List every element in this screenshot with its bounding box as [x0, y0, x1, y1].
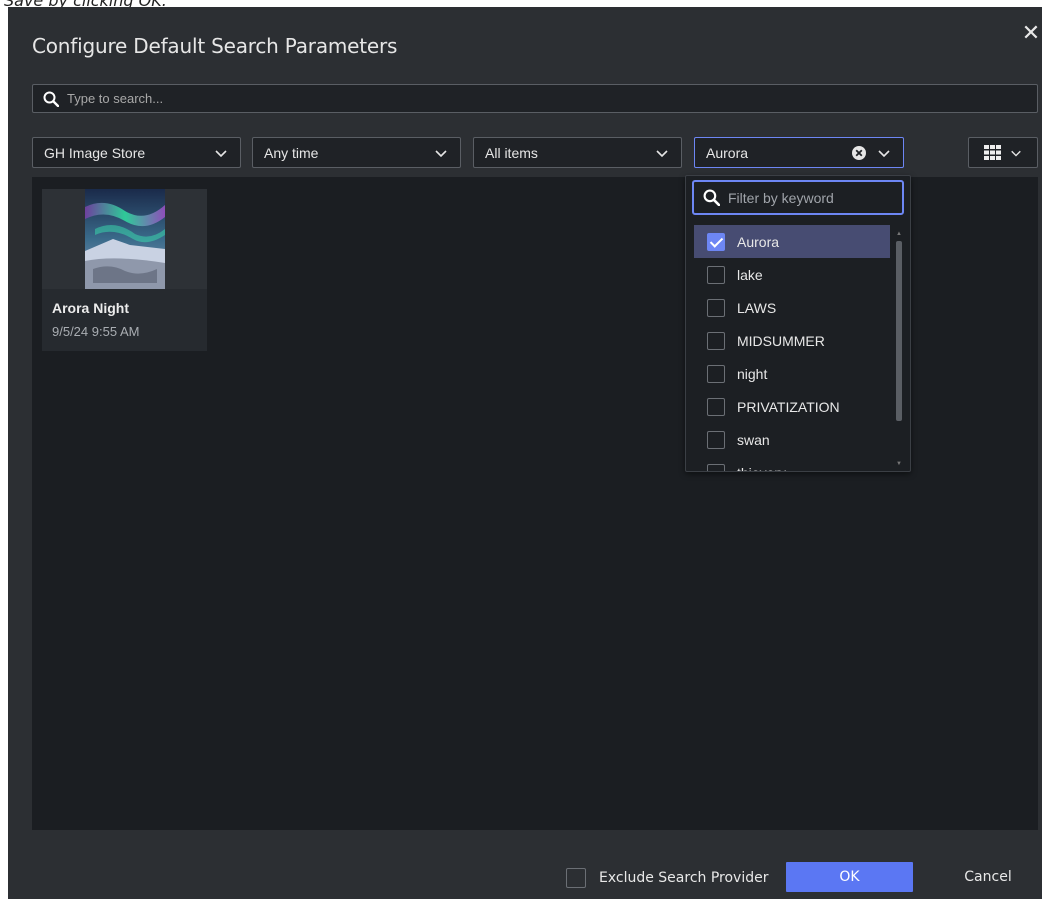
search-icon: [43, 91, 59, 107]
keyword-dropdown-label: Aurora: [706, 144, 749, 161]
keyword-filter-field[interactable]: [692, 180, 904, 215]
result-title: Arora Night: [52, 300, 129, 316]
keyword-label: Aurora: [737, 233, 780, 250]
source-dropdown[interactable]: GH Image Store: [32, 137, 241, 168]
scroll-thumb[interactable]: [896, 241, 902, 421]
keyword-label: PRIVATIZATION: [737, 398, 840, 415]
chevron-down-icon: [435, 149, 447, 157]
checkbox[interactable]: [707, 331, 725, 350]
source-dropdown-label: GH Image Store: [44, 144, 146, 161]
keyword-item[interactable]: Aurora: [694, 225, 890, 258]
keyword-popup: Aurora lake LAWS MIDSUMMER night PRIVATI…: [685, 175, 911, 472]
checkbox[interactable]: [707, 430, 725, 449]
popup-scrollbar[interactable]: ▲ ▼: [896, 231, 902, 467]
keyword-label: LAWS: [737, 299, 777, 316]
time-dropdown[interactable]: Any time: [252, 137, 461, 168]
keyword-item[interactable]: swan: [694, 423, 890, 456]
scroll-up-icon[interactable]: ▲: [896, 231, 902, 237]
chevron-down-icon: [656, 149, 668, 157]
exclude-search-provider-option[interactable]: Exclude Search Provider: [566, 868, 768, 888]
keyword-label: lake: [737, 266, 763, 283]
exclude-checkbox[interactable]: [566, 868, 586, 888]
keyword-item[interactable]: MIDSUMMER: [694, 324, 890, 357]
checkbox-checked[interactable]: [707, 232, 725, 251]
result-date: 9/5/24 9:55 AM: [52, 324, 140, 339]
dialog-title: Configure Default Search Parameters: [32, 34, 398, 58]
keyword-item[interactable]: thievery: [694, 456, 890, 472]
result-card[interactable]: Arora Night 9/5/24 9:55 AM: [42, 189, 207, 351]
keyword-item[interactable]: lake: [694, 258, 890, 291]
items-dropdown-label: All items: [485, 144, 538, 161]
chevron-down-icon: [215, 149, 227, 157]
checkbox[interactable]: [707, 463, 725, 471]
search-bar[interactable]: [32, 84, 1038, 113]
time-dropdown-label: Any time: [264, 144, 319, 161]
keyword-item[interactable]: PRIVATIZATION: [694, 390, 890, 423]
clear-icon[interactable]: [851, 145, 867, 161]
checkbox[interactable]: [707, 298, 725, 317]
items-dropdown[interactable]: All items: [473, 137, 682, 168]
cancel-button[interactable]: Cancel: [943, 862, 1033, 892]
close-icon[interactable]: ✕: [1021, 22, 1041, 44]
ok-button[interactable]: OK: [786, 862, 913, 892]
result-thumbnail: [42, 189, 207, 289]
keyword-label: swan: [737, 431, 770, 448]
view-toggle-button[interactable]: [968, 137, 1038, 168]
aurora-image: [84, 189, 165, 289]
checkbox[interactable]: [707, 364, 725, 383]
configure-search-dialog: Configure Default Search Parameters ✕ GH…: [8, 7, 1042, 899]
keyword-label: night: [737, 365, 768, 382]
checkbox[interactable]: [707, 265, 725, 284]
chevron-down-icon: [878, 149, 890, 157]
keyword-label: thievery: [737, 465, 786, 472]
keyword-dropdown[interactable]: Aurora: [694, 137, 904, 168]
chevron-down-icon: [1011, 150, 1021, 157]
keyword-label: MIDSUMMER: [737, 332, 825, 349]
search-icon: [703, 189, 720, 206]
exclude-label: Exclude Search Provider: [599, 870, 769, 886]
keyword-filter-input[interactable]: [728, 189, 888, 206]
checkbox[interactable]: [707, 397, 725, 416]
keyword-item[interactable]: night: [694, 357, 890, 390]
grid-icon: [984, 145, 1001, 160]
search-input[interactable]: [67, 91, 967, 106]
scroll-down-icon[interactable]: ▼: [896, 461, 902, 467]
keyword-item[interactable]: LAWS: [694, 291, 890, 324]
keyword-list: Aurora lake LAWS MIDSUMMER night PRIVATI…: [694, 225, 890, 472]
